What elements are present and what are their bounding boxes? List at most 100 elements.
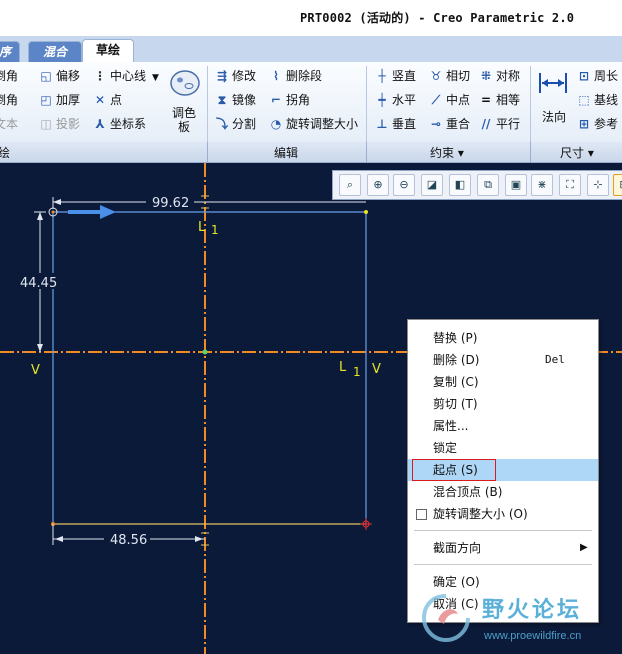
menu-item-section-orientation[interactable]: 截面方向 ▶ — [408, 537, 598, 559]
group-label-sketch: 绘 — [0, 146, 11, 160]
reference-icon: ⊞ — [578, 117, 590, 131]
delete-segment-button[interactable]: ⌇ 删除段 — [268, 66, 322, 86]
thicken-button[interactable]: ◰ 加厚 — [38, 90, 80, 110]
symmetric-icon: ⁜ — [480, 69, 492, 83]
menu-item-copy[interactable]: 复制 (C) — [408, 371, 598, 393]
midpoint-icon: ⟋ — [431, 93, 441, 107]
repaint-icon[interactable]: ◪ — [421, 174, 443, 196]
group-separator — [530, 66, 531, 142]
menu-label: 复制 (C) — [433, 375, 479, 389]
menu-label: 替换 (P) — [433, 331, 478, 345]
offset-button[interactable]: ◱ 偏移 — [38, 66, 80, 86]
group-label-constrain[interactable]: 约束 ▾ — [430, 144, 464, 161]
baseline-icon: ⬚ — [578, 93, 590, 107]
midpoint-constraint-button[interactable]: ⟋ 中点 — [428, 90, 470, 110]
chamfer-button[interactable]: 倒角 — [0, 90, 18, 110]
reference-dimension-button[interactable]: ⊞ 参考 — [576, 114, 618, 134]
menu-item-rotate-resize[interactable]: 旋转调整大小 (O) — [408, 503, 598, 525]
menu-item-blend-vertex[interactable]: 混合顶点 (B) — [408, 481, 598, 503]
dimension-value-bottom: 48.56 — [110, 533, 147, 548]
watermark: 野火论坛 www.proewildfire.cn — [412, 586, 622, 654]
constraint-display-icon[interactable]: ⋇ — [531, 174, 553, 196]
vertical-constraint-button[interactable]: ┼ 竖直 — [374, 66, 416, 86]
centerline-button[interactable]: ⋮ 中心线 ▼ — [92, 66, 159, 86]
project-label: 投影 — [56, 117, 81, 131]
annotation-highlight-box — [412, 459, 496, 481]
tangent-label: 相切 — [446, 69, 471, 83]
mirror-icon: ⧗ — [217, 93, 227, 107]
grid-display-icon[interactable]: ⊞ — [613, 174, 622, 196]
coincident-constraint-button[interactable]: ⊸ 重合 — [428, 114, 470, 134]
menu-separator — [414, 564, 592, 565]
menu-label: 锁定 — [433, 441, 458, 455]
ribbon: 倒角 倒角 文本 ◱ 偏移 ◰ 加厚 ◫ 投影 ⋮ 中心线 ▼ ✕ 点 ⅄ 坐标系 调色板 ⇶… — [0, 62, 622, 143]
menu-item-delete[interactable]: 删除 (D) Del — [408, 349, 598, 371]
menu-label: 剪切 (T) — [433, 397, 478, 411]
palette-button[interactable]: 调色板 — [166, 68, 202, 138]
tangent-constraint-button[interactable]: ♉ 相切 — [428, 66, 470, 86]
vertex-point — [51, 210, 55, 214]
zoom-out-icon[interactable]: ⊖ — [393, 174, 415, 196]
text-button[interactable]: 文本 — [0, 114, 18, 134]
constraint-vertical-right: V — [372, 362, 381, 377]
equal-constraint-button[interactable]: = 相等 — [478, 90, 520, 110]
modify-label: 修改 — [232, 69, 257, 83]
coordinate-system-button[interactable]: ⅄ 坐标系 — [92, 114, 146, 134]
dim-display-icon[interactable]: ⛶ — [559, 174, 581, 196]
menu-item-lock[interactable]: 锁定 — [408, 437, 598, 459]
palette-icon — [170, 70, 200, 96]
group-separator — [530, 142, 531, 162]
baseline-label: 基线 — [594, 93, 619, 107]
corner-button[interactable]: ⌐ 拐角 — [268, 90, 310, 110]
tab-previous[interactable]: 序 — [0, 41, 20, 62]
menu-item-properties[interactable]: 属性... — [408, 415, 598, 437]
group-separator — [366, 66, 367, 142]
rotate-resize-label: 旋转调整大小 — [286, 117, 359, 131]
zoom-in-icon[interactable]: ⊕ — [367, 174, 389, 196]
thicken-label: 加厚 — [56, 93, 81, 107]
watermark-url: www.proewildfire.cn — [484, 630, 582, 642]
menu-item-cut[interactable]: 剪切 (T) — [408, 393, 598, 415]
delete-segment-icon: ⌇ — [273, 69, 279, 83]
start-direction-arrow — [68, 210, 102, 214]
parallel-constraint-button[interactable]: // 平行 — [478, 114, 520, 134]
project-button[interactable]: ◫ 投影 — [38, 114, 80, 134]
vertex-display-icon[interactable]: ⊹ — [587, 174, 609, 196]
horizontal-constraint-button[interactable]: ┿ 水平 — [374, 90, 416, 110]
perpendicular-constraint-button[interactable]: ⊥ 垂直 — [374, 114, 417, 134]
menu-item-replace[interactable]: 替换 (P) — [408, 327, 598, 349]
perimeter-button[interactable]: ⊡ 周长 — [576, 66, 618, 86]
menu-label: 属性... — [433, 419, 469, 433]
coincident-icon: ⊸ — [430, 117, 442, 131]
constraint-equal-top-index: 1 — [211, 223, 219, 237]
modify-button[interactable]: ⇶ 修改 — [214, 66, 256, 86]
fillet-button[interactable]: 倒角 — [0, 66, 18, 86]
baseline-button[interactable]: ⬚ 基线 — [576, 90, 618, 110]
divide-button[interactable]: ⤵ 分割 — [214, 114, 256, 134]
zoom-fit-icon[interactable]: ⌕ — [339, 174, 361, 196]
equal-label: 相等 — [496, 93, 521, 107]
dimension-value-left: 44.45 — [20, 276, 57, 291]
saved-views-icon[interactable]: ⧉ — [477, 174, 499, 196]
vertical-icon: ┼ — [378, 69, 386, 83]
sketch-view-icon[interactable]: ▣ — [505, 174, 527, 196]
symmetric-label: 对称 — [496, 69, 521, 83]
midpoint-label: 中点 — [446, 93, 471, 107]
tab-sketch[interactable]: 草绘 — [82, 39, 134, 64]
ribbon-tabs: 序 混合 草绘 — [0, 36, 622, 64]
submenu-arrow-icon: ▶ — [580, 542, 588, 553]
symmetric-constraint-button[interactable]: ⁜ 对称 — [478, 66, 520, 86]
tab-blend[interactable]: 混合 — [28, 41, 82, 62]
group-label-edit: 编辑 — [274, 146, 299, 160]
normal-dimension-button[interactable]: 法向 — [536, 68, 570, 138]
display-style-icon[interactable]: ◧ — [449, 174, 471, 196]
mirror-button[interactable]: ⧗ 镜像 — [214, 90, 256, 110]
rotate-resize-button[interactable]: ◔ 旋转调整大小 — [268, 114, 358, 134]
point-button[interactable]: ✕ 点 — [92, 90, 122, 110]
divide-label: 分割 — [232, 117, 257, 131]
constraint-equal-top: L — [198, 220, 206, 235]
fillet-label: 倒角 — [0, 69, 19, 83]
group-label-dimension[interactable]: 尺寸 ▾ — [560, 144, 594, 161]
constraint-vertical-left: V — [31, 363, 40, 378]
ribbon-group-labels: 绘 编辑 约束 ▾ 尺寸 ▾ — [0, 142, 622, 163]
